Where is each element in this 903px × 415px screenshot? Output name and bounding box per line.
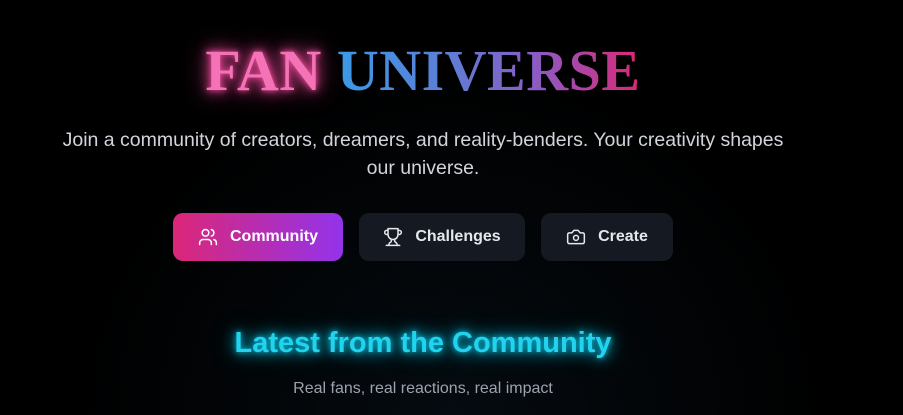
create-button[interactable]: Create: [541, 213, 673, 261]
create-button-label: Create: [598, 228, 648, 245]
camera-icon: [566, 227, 586, 247]
challenges-button-label: Challenges: [415, 228, 501, 245]
community-button[interactable]: Community: [173, 213, 343, 261]
hero-title: FAN UNIVERSE: [0, 38, 846, 104]
community-button-label: Community: [230, 228, 318, 245]
section-title: Latest from the Community: [234, 327, 612, 359]
hero-subtitle: Join a community of creators, dreamers, …: [62, 129, 784, 179]
hero-title-fan: FAN: [205, 38, 322, 103]
hero-title-universe: UNIVERSE: [336, 38, 641, 103]
trophy-icon: [383, 227, 403, 247]
nav-buttons: Community Challenges Create: [0, 213, 903, 261]
challenges-button[interactable]: Challenges: [359, 213, 525, 261]
users-icon: [198, 227, 218, 247]
section-subtitle: Real fans, real reactions, real impact: [293, 380, 553, 397]
